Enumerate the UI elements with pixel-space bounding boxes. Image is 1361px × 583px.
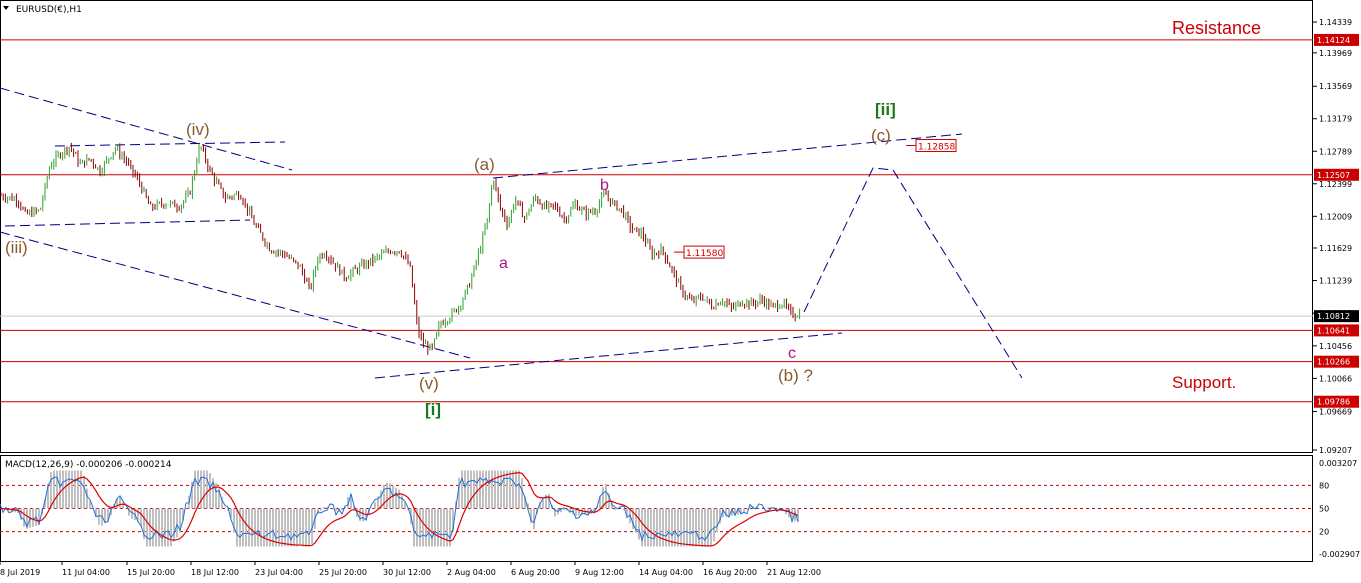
y-tick-label-5: 1.12399: [1319, 180, 1352, 189]
y-tick-label-10: 1.10456: [1319, 342, 1352, 351]
x-tick-label-0: 8 Jul 2019: [0, 568, 40, 577]
x-tick-label-8: 6 Aug 20:00: [511, 568, 560, 577]
x-tick-label-11: 16 Aug 20:00: [703, 568, 757, 577]
axis-price-label-5: 1.09786: [1317, 398, 1350, 407]
symbol-header: EURUSD(€),H1: [16, 5, 82, 15]
axis-price-label-1: 1.12507: [1317, 171, 1350, 180]
x-tick-label-6: 30 Jul 12:00: [383, 568, 431, 577]
wave-a-small-label: a: [499, 255, 508, 272]
macd-tick-label-2: 50: [1319, 505, 1329, 514]
x-tick-label-10: 14 Aug 04:00: [639, 568, 693, 577]
main-pane: [0, 0, 1313, 453]
y-tick-label-12: 1.09669: [1319, 407, 1352, 416]
wave-a-paren-label: (a): [474, 155, 495, 174]
wave-iii-label: (iii): [5, 238, 28, 257]
y-tick-label-2: 1.13569: [1319, 82, 1352, 91]
macd-tick-label-4: -0.002907: [1319, 550, 1360, 559]
y-tick-label-6: 1.12009: [1319, 212, 1352, 221]
y-tick-label-11: 1.10066: [1319, 374, 1352, 383]
inline-price-label-6: 1.12858: [918, 143, 955, 153]
support-label: Support.: [1172, 373, 1236, 392]
time-axis: 8 Jul 2019 11 Jul 04:00 15 Jul 20:00 18 Jul…: [0, 561, 821, 577]
y-tick-label-13: 1.09207: [1319, 446, 1352, 455]
x-tick-label-7: 2 Aug 04:00: [447, 568, 496, 577]
macd-tick-label-3: 20: [1319, 528, 1329, 537]
wave-b-small-label: b: [600, 177, 609, 194]
wave-ii-bracket-label: [ii]: [875, 100, 896, 119]
macd-header: MACD(12,26,9) -0.000206 -0.000214: [5, 460, 172, 470]
x-tick-label-4: 23 Jul 04:00: [255, 568, 303, 577]
macd-tick-label-1: 80: [1319, 481, 1329, 490]
axis-price-label-0: 1.14124: [1317, 36, 1350, 45]
axis-price-label-4: 1.10266: [1317, 358, 1350, 367]
axis-price-label-2: 1.10812: [1317, 312, 1350, 321]
y-tick-label-4: 1.12789: [1319, 147, 1352, 156]
inline-price-label-7: 1.11580: [686, 249, 723, 259]
x-tick-label-12: 21 Aug 12:00: [767, 568, 821, 577]
axis-price-label-3: 1.10641: [1317, 326, 1350, 335]
wave-c-paren-label: (c): [871, 126, 891, 145]
y-tick-label-0: 1.14339: [1319, 18, 1352, 27]
y-tick-label-3: 1.13179: [1319, 115, 1352, 124]
y-tick-label-7: 1.11629: [1319, 244, 1352, 253]
x-tick-label-9: 9 Aug 12:00: [575, 568, 624, 577]
wave-v-label: (v): [419, 374, 439, 393]
chart-canvas: 0.003207 80 50 20 -0.002907 1.14339 1.13969 1.…: [0, 0, 1360, 577]
wave-iv-label: (iv): [186, 120, 210, 139]
wave-i-bracket-label: [i]: [425, 400, 441, 419]
wave-b-paren-label: (b) ?: [778, 366, 813, 385]
macd-tick-label-0: 0.003207: [1319, 459, 1357, 468]
x-tick-label-3: 18 Jul 12:00: [191, 568, 239, 577]
x-tick-label-5: 25 Jul 20:00: [319, 568, 367, 577]
wave-c-small-label: c: [788, 345, 796, 362]
x-tick-label-2: 15 Jul 20:00: [127, 568, 175, 577]
resistance-label: Resistance: [1172, 18, 1261, 38]
y-tick-label-1: 1.13969: [1319, 49, 1352, 58]
x-tick-label-1: 11 Jul 04:00: [62, 568, 110, 577]
y-tick-label-8: 1.11239: [1319, 277, 1352, 286]
